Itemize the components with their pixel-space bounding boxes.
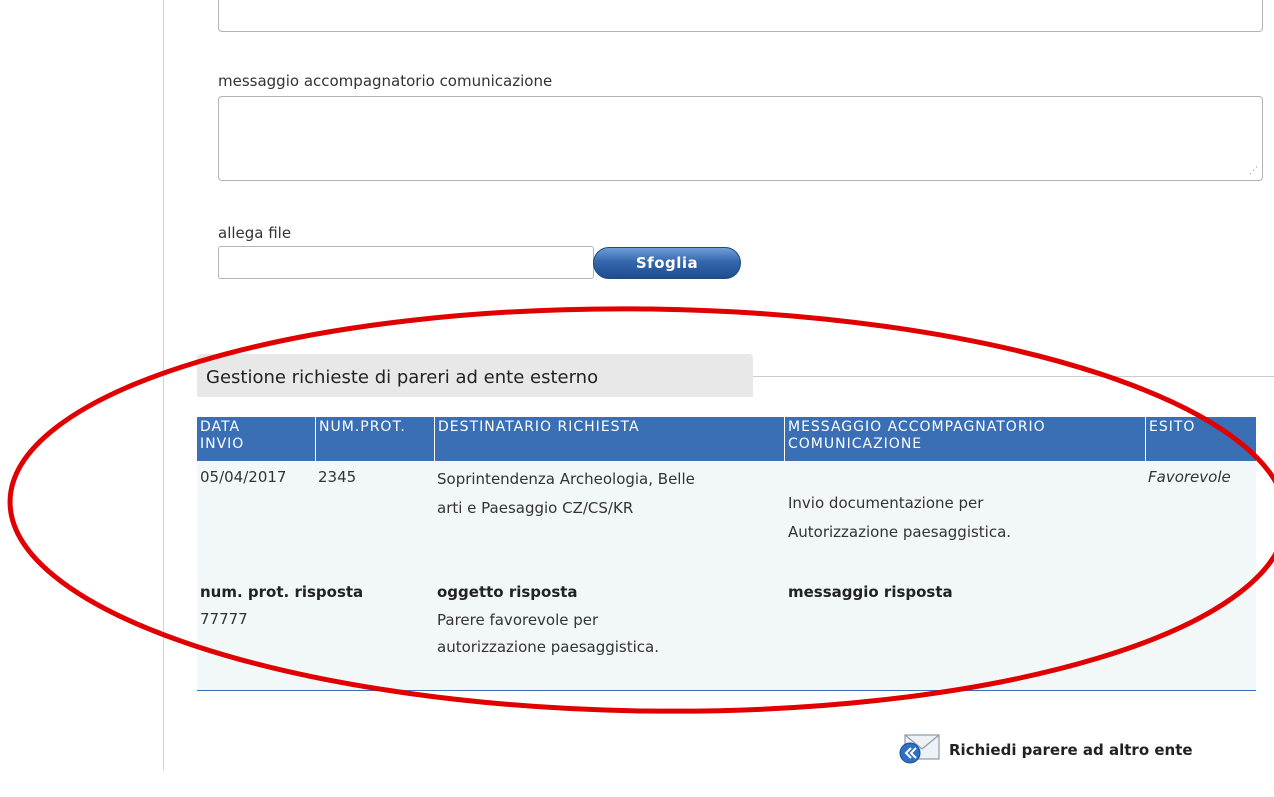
previous-field-input[interactable] bbox=[218, 0, 1263, 32]
header-data-invio: DATA INVIO bbox=[200, 419, 245, 452]
message-label: messaggio accompagnatorio comunicazione bbox=[218, 72, 553, 90]
section-divider bbox=[753, 376, 1274, 377]
cell-destinatario: Soprintendenza Archeologia, Belle arti e… bbox=[437, 470, 695, 517]
response-oggetto-label: oggetto risposta bbox=[437, 583, 578, 601]
response-num-prot-label: num. prot. risposta bbox=[200, 583, 364, 601]
response-oggetto-value: Parere favorevole per autorizzazione pae… bbox=[437, 611, 659, 656]
table-row: 05/04/2017 2345 Soprintendenza Archeolog… bbox=[197, 461, 1256, 691]
header-esito: ESITO bbox=[1149, 419, 1196, 435]
cell-messaggio: Invio documentazione per Autorizzazione … bbox=[788, 494, 1012, 541]
envelope-back-icon bbox=[897, 731, 941, 769]
response-num-prot-value: 77777 bbox=[200, 610, 248, 628]
cell-data-invio: 05/04/2017 bbox=[200, 468, 287, 486]
attach-file-input[interactable] bbox=[218, 246, 594, 279]
attach-label: allega file bbox=[218, 224, 292, 242]
left-divider bbox=[163, 0, 164, 770]
section-title: Gestione richieste di pareri ad ente est… bbox=[197, 354, 753, 397]
cell-num-prot: 2345 bbox=[318, 468, 357, 486]
request-other-entity-label: Richiedi parere ad altro ente bbox=[949, 741, 1193, 759]
resize-grip-icon[interactable]: ⋰ bbox=[1249, 167, 1258, 176]
message-textarea[interactable]: ⋰ bbox=[218, 96, 1263, 181]
table-header: DATA INVIO NUM.PROT. DESTINATARIO RICHIE… bbox=[197, 417, 1256, 461]
response-messaggio-label: messaggio risposta bbox=[788, 583, 953, 601]
request-other-entity-link[interactable]: Richiedi parere ad altro ente bbox=[897, 731, 1193, 769]
header-messaggio: MESSAGGIO ACCOMPAGNATORIO COMUNICAZIONE bbox=[788, 419, 1046, 452]
header-destinatario: DESTINATARIO RICHIESTA bbox=[438, 419, 640, 435]
browse-button[interactable]: Sfoglia bbox=[593, 247, 741, 279]
header-num-prot: NUM.PROT. bbox=[319, 419, 406, 435]
cell-esito: Favorevole bbox=[1148, 468, 1231, 486]
